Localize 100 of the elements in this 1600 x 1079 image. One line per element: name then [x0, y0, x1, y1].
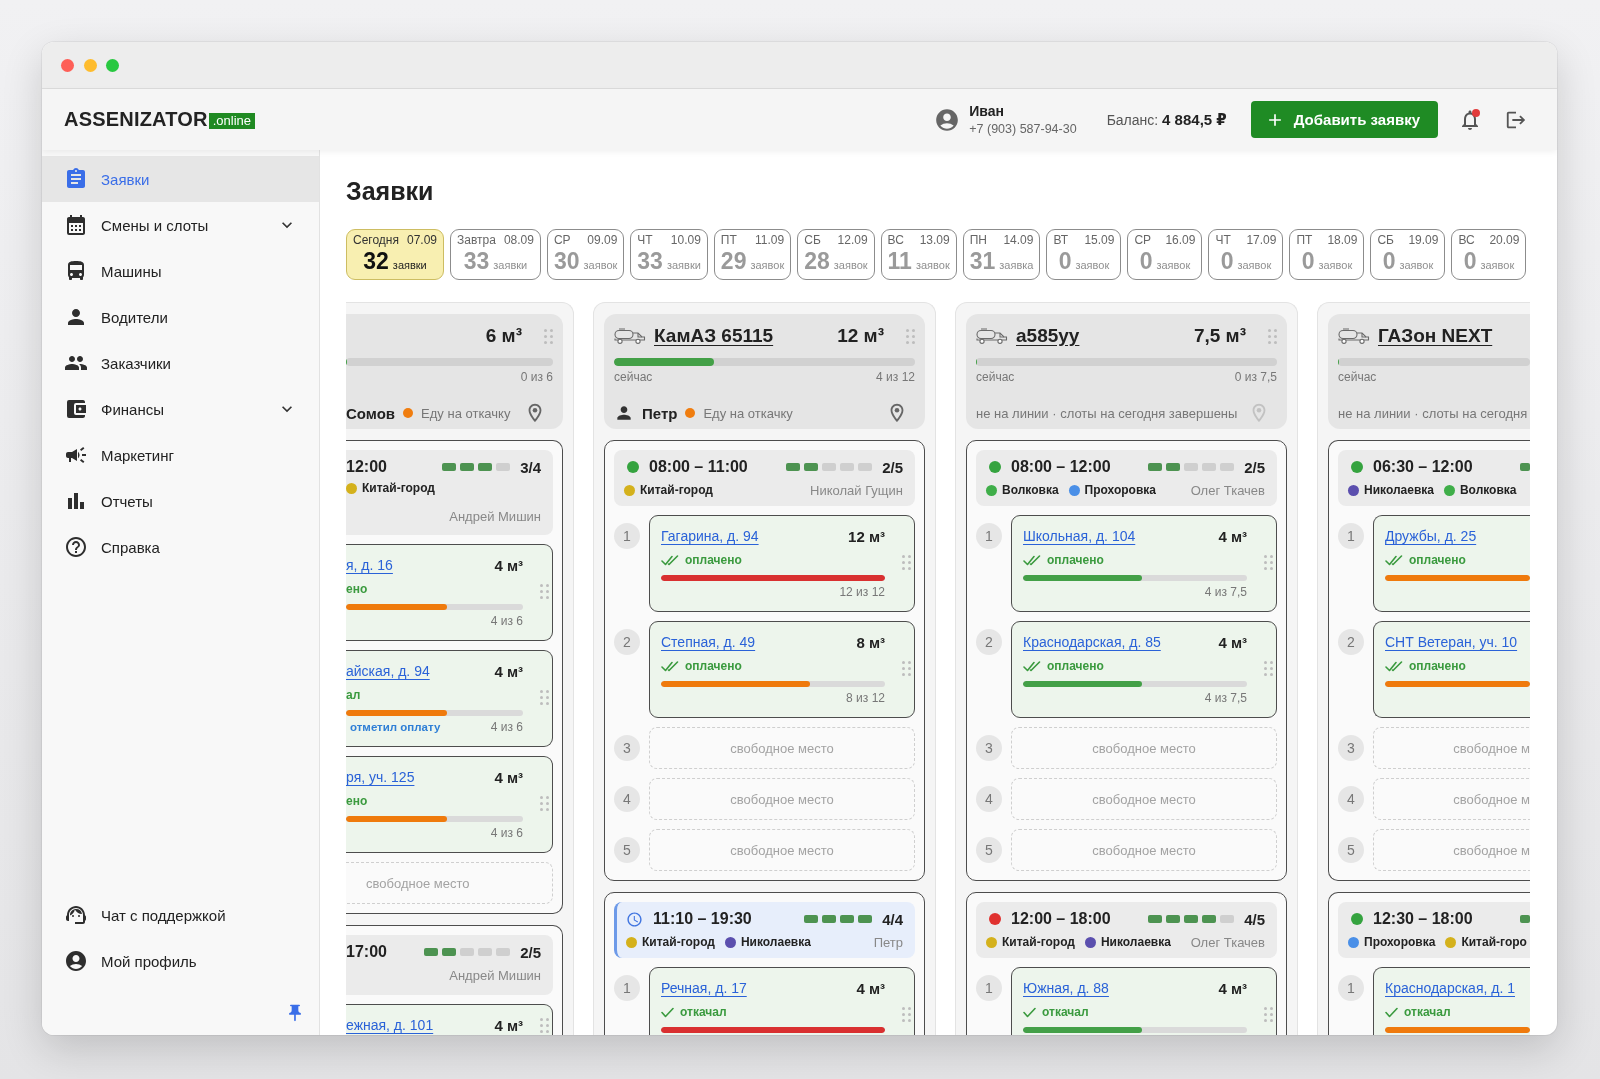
vehicle-name[interactable]: ГАЗон NEXT: [1378, 325, 1493, 347]
sidebar-item[interactable]: Смены и слоты: [42, 202, 319, 248]
drag-handle-icon[interactable]: [544, 328, 553, 344]
day-tab[interactable]: ПТ 11.09 29 заявок: [713, 229, 792, 280]
day-tab[interactable]: СР 09.09 30 заявок: [546, 229, 625, 280]
free-slot: свободное место: [649, 727, 915, 769]
place-number: 5: [976, 837, 1002, 863]
maximize-button[interactable]: [106, 58, 119, 72]
drag-handle-icon[interactable]: [902, 555, 911, 570]
drag-handle-icon[interactable]: [540, 1017, 549, 1033]
drag-handle-icon[interactable]: [540, 584, 549, 599]
minimize-button[interactable]: [83, 58, 97, 72]
address-link[interactable]: Гагарина, д. 94: [661, 528, 759, 544]
address-link[interactable]: Краснодарская, д. 85: [1023, 634, 1161, 650]
address-link[interactable]: Южная, д. 88: [1023, 980, 1109, 996]
address-link[interactable]: я, д. 16: [346, 557, 393, 573]
sidebar-item[interactable]: Машины: [42, 248, 319, 294]
fill-reading: 4 из 6: [490, 614, 523, 628]
logo-tag: .online: [208, 113, 255, 129]
order-status: оплачено: [1047, 553, 1104, 567]
order-status: оплачено: [1409, 659, 1466, 673]
order-status: откачал: [1404, 1005, 1451, 1019]
order-volume: 4 м³: [1218, 527, 1247, 545]
order-status: ено: [346, 794, 368, 808]
vehicle-volume: 7,5 м³: [1193, 325, 1246, 347]
offline-status: не на линии · слоты на сегодня: [1338, 405, 1528, 421]
day-tab[interactable]: ПТ 18.09 0 заявок: [1289, 229, 1365, 280]
day-tab[interactable]: ВС 13.09 11 заявок: [880, 229, 957, 280]
order-status: ал: [346, 688, 361, 702]
free-slot: свободное место: [1011, 727, 1277, 769]
day-tab[interactable]: СБ 12.09 28 заявок: [797, 229, 875, 280]
double-check-icon: [1023, 660, 1041, 672]
address-link[interactable]: ря, уч. 125: [346, 769, 415, 785]
place-number: 3: [1338, 735, 1364, 761]
address-link[interactable]: айская, д. 94: [346, 663, 430, 679]
help-icon: [64, 535, 88, 559]
free-slot: свободное место: [346, 862, 553, 904]
day-tab[interactable]: ВТ 15.09 0 заявок: [1046, 229, 1122, 280]
order-status: откачал: [680, 1005, 727, 1019]
district-name: Китай-город: [1002, 935, 1075, 949]
sidebar-item[interactable]: Справка: [42, 524, 319, 570]
slot-time: 17:00: [346, 943, 387, 961]
sidebar-item[interactable]: Финансы: [42, 386, 319, 432]
drag-handle-icon[interactable]: [906, 328, 915, 344]
double-check-icon: [1023, 554, 1041, 566]
place-number: 1: [614, 975, 640, 1001]
sidebar-item[interactable]: Маркетинг: [42, 432, 319, 478]
slot-driver: Олег Ткачев: [1190, 482, 1265, 498]
vehicle-volume: 12 м³: [837, 325, 884, 347]
user-phone: +7 (903) 587-94-30: [969, 122, 1077, 136]
address-link[interactable]: СНТ Ветеран, уч. 10: [1385, 634, 1518, 650]
vehicle-name[interactable]: а585уу: [1016, 325, 1080, 347]
capacity-reading: 4 из 12: [876, 370, 915, 384]
vehicle-name[interactable]: КамАЗ 65115: [654, 325, 774, 347]
drag-handle-icon[interactable]: [902, 1007, 911, 1022]
day-tab[interactable]: ЧТ 10.09 33 заявки: [630, 229, 708, 280]
drag-handle-icon[interactable]: [1268, 328, 1277, 344]
address-link[interactable]: ежная, д. 101: [346, 1017, 434, 1033]
slot-driver: Николай Гущин: [810, 482, 903, 498]
drag-handle-icon[interactable]: [1264, 555, 1273, 570]
address-link[interactable]: Речная, д. 17: [661, 980, 747, 996]
order-volume: 4 м³: [494, 556, 523, 574]
day-tab[interactable]: СБ 19.09 0 заявок: [1370, 229, 1446, 280]
close-button[interactable]: [61, 58, 74, 72]
day-tab[interactable]: ВС 20.09 0 заявок: [1451, 229, 1527, 280]
day-tab[interactable]: ЧТ 17.09 0 заявок: [1208, 229, 1284, 280]
order-volume: 4 м³: [1218, 979, 1247, 997]
address-link[interactable]: Степная, д. 49: [661, 634, 756, 650]
sidebar-item[interactable]: Заявки: [42, 156, 319, 202]
address-link[interactable]: Дружбы, д. 25: [1385, 528, 1477, 544]
free-slot: свободное место: [1011, 829, 1277, 871]
user-avatar-icon: [934, 106, 961, 133]
add-order-button[interactable]: Добавить заявку: [1250, 101, 1438, 138]
order-status: оплачено: [685, 659, 742, 673]
user-name: Иван: [969, 103, 1005, 119]
slot-time: 06:30 – 12:00: [1373, 458, 1473, 476]
fill-reading: 4 из 7,5: [1204, 585, 1247, 599]
headset-icon: [64, 903, 88, 927]
fill-reading: 12 из 12: [839, 585, 885, 599]
clipboard-icon: [64, 167, 88, 191]
driver-status: Еду на откачку: [703, 405, 793, 421]
sidebar-item[interactable]: Заказчики: [42, 340, 319, 386]
sidebar-item[interactable]: Мой профиль: [42, 938, 319, 984]
day-tab[interactable]: ПН 14.09 31 заявка: [962, 229, 1041, 280]
drag-handle-icon[interactable]: [1264, 1007, 1273, 1022]
address-link[interactable]: Школьная, д. 104: [1023, 528, 1136, 544]
drag-handle-icon[interactable]: [902, 661, 911, 676]
address-link[interactable]: Краснодарская, д. 1: [1385, 980, 1515, 996]
sidebar-item[interactable]: Отчеты: [42, 478, 319, 524]
day-tab[interactable]: СР 16.09 0 заявок: [1127, 229, 1203, 280]
drag-handle-icon[interactable]: [540, 796, 549, 811]
drag-handle-icon[interactable]: [1264, 661, 1273, 676]
drag-handle-icon[interactable]: [540, 690, 549, 705]
day-tab[interactable]: Завтра 08.09 33 заявки: [450, 229, 541, 280]
wallet-icon: [64, 397, 88, 421]
double-check-icon: [1385, 554, 1403, 566]
sidebar-item[interactable]: Чат с поддержкой: [42, 892, 319, 938]
day-tab[interactable]: Сегодня 07.09 32 заявки: [346, 229, 445, 280]
district-name: Прохоровка: [1084, 483, 1156, 497]
sidebar-item[interactable]: Водители: [42, 294, 319, 340]
